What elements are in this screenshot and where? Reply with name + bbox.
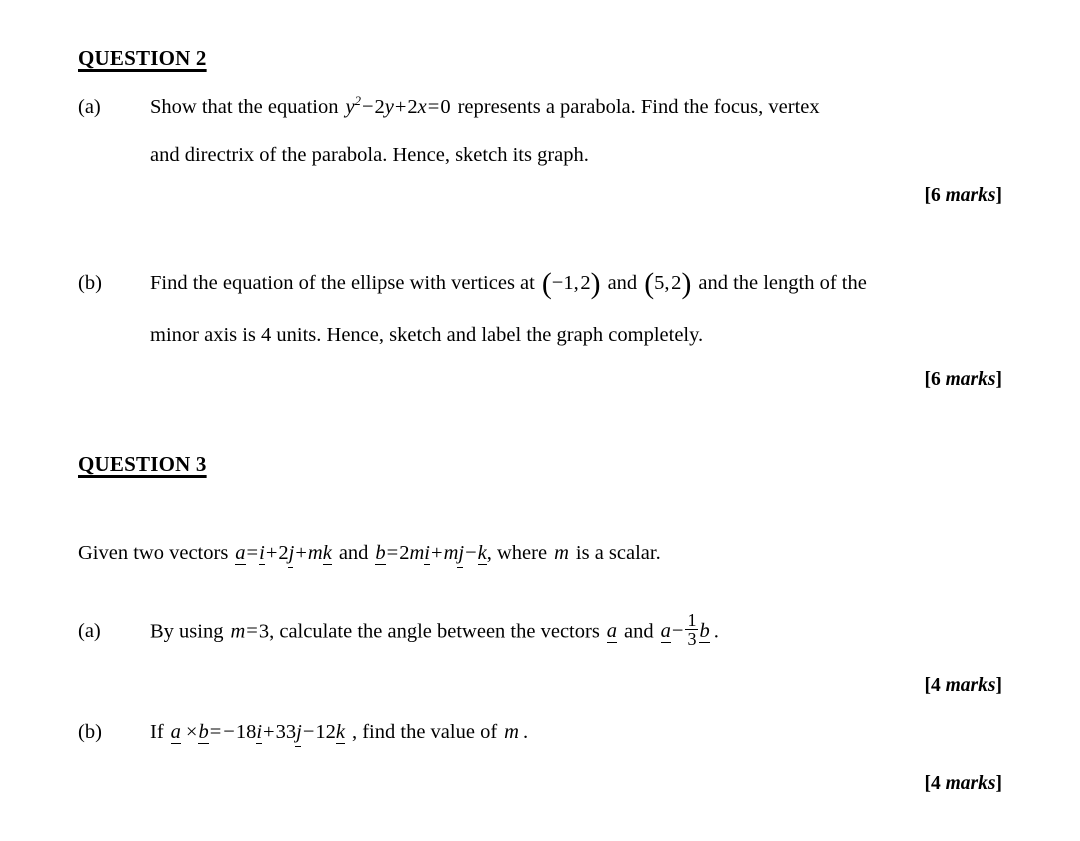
part-label-2b: (b) bbox=[78, 272, 102, 294]
q2b-text-pre: Find the equation of the ellipse with ve… bbox=[150, 272, 535, 294]
q3a-m-assignment: m=3 bbox=[230, 620, 270, 643]
q3-intro-post: , where bbox=[486, 542, 548, 564]
question-3-part-a-line-1: (a) By using m=3, calculate the angle betw… bbox=[78, 609, 719, 649]
part-label-2a: (a) bbox=[78, 96, 101, 118]
q2b-text-post: and the length of the bbox=[698, 272, 867, 294]
question-3-part-b-line-1: (b) If a ×b=−18i+33j−12k , find the value of… bbox=[78, 721, 529, 746]
q3-intro-end: is a scalar. bbox=[575, 542, 661, 564]
question-2-part-b-line-2: minor axis is 4 units. Hence, sketch and… bbox=[150, 324, 704, 346]
marks-word-2b: marks bbox=[945, 369, 996, 390]
q3a-text-mid: , calculate the angle between the vector… bbox=[269, 620, 600, 643]
q3a-expression: a− 1 3 b bbox=[660, 609, 710, 649]
marks-word-2a: marks bbox=[945, 185, 996, 206]
q3-intro-pre: Given two vectors bbox=[78, 542, 229, 564]
marks-number-2b: 6 bbox=[931, 369, 941, 390]
marks-question-3a: [4 marks] bbox=[924, 675, 1002, 696]
marks-number-3a: 4 bbox=[931, 675, 941, 696]
q3b-unknown: m bbox=[504, 721, 519, 743]
part-label-3b: (b) bbox=[78, 721, 102, 743]
question-3-intro: Given two vectors a=i+2j+mk and b=2mi+mj−k,… bbox=[78, 542, 661, 567]
part-label-3a: (a) bbox=[78, 620, 101, 643]
q3-scalar-name: m bbox=[554, 542, 569, 564]
q3b-text-pre: If bbox=[150, 721, 164, 743]
marks-question-3b: [4 marks] bbox=[924, 773, 1002, 794]
q3a-m-value: 3 bbox=[258, 620, 270, 643]
question-3-heading: QUESTION 3 bbox=[78, 452, 207, 476]
q2b-vertex-1: (−1, 2) bbox=[541, 268, 601, 301]
q3-vector-b: b=2mi+mj−k bbox=[375, 542, 487, 567]
q2b-text-mid: and bbox=[607, 272, 638, 294]
q3b-cross-product: a ×b=−18i+33j−12k bbox=[170, 721, 345, 746]
exam-page: QUESTION 2 (a) Show that the equation y2−2… bbox=[0, 0, 1080, 841]
q2b-vertex-2: (5, 2) bbox=[644, 268, 692, 301]
question-2-part-b-line-1: (b) Find the equation of the ellipse with… bbox=[78, 268, 1018, 301]
marks-word-3a: marks bbox=[945, 675, 996, 696]
q2a-text-post: represents a parabola. Find the focus, v… bbox=[457, 96, 820, 118]
question-2-heading: QUESTION 2 bbox=[78, 46, 207, 70]
marks-word-3b: marks bbox=[945, 773, 996, 794]
marks-number-3b: 4 bbox=[931, 773, 941, 794]
q2a-equation: y2−2y+2x=0 bbox=[345, 94, 451, 118]
q3a-text-pre: By using bbox=[150, 620, 224, 643]
q3a-text-and: and bbox=[624, 620, 654, 643]
q3b-text-post: , find the value of bbox=[351, 721, 498, 743]
q3a-vector-a: a bbox=[606, 620, 618, 643]
question-2-part-a-line-1: (a) Show that the equation y2−2y+2x=0 repre… bbox=[78, 94, 1018, 118]
marks-question-2b: [6 marks] bbox=[924, 369, 1002, 390]
q3-vector-a: a=i+2j+mk bbox=[235, 542, 332, 567]
marks-question-2a: [6 marks] bbox=[924, 185, 1002, 206]
q2a-text-pre: Show that the equation bbox=[150, 96, 339, 118]
marks-number-2a: 6 bbox=[931, 185, 941, 206]
question-2-part-a-line-2: and directrix of the parabola. Hence, sk… bbox=[150, 144, 589, 166]
q3-intro-mid: and bbox=[338, 542, 369, 564]
